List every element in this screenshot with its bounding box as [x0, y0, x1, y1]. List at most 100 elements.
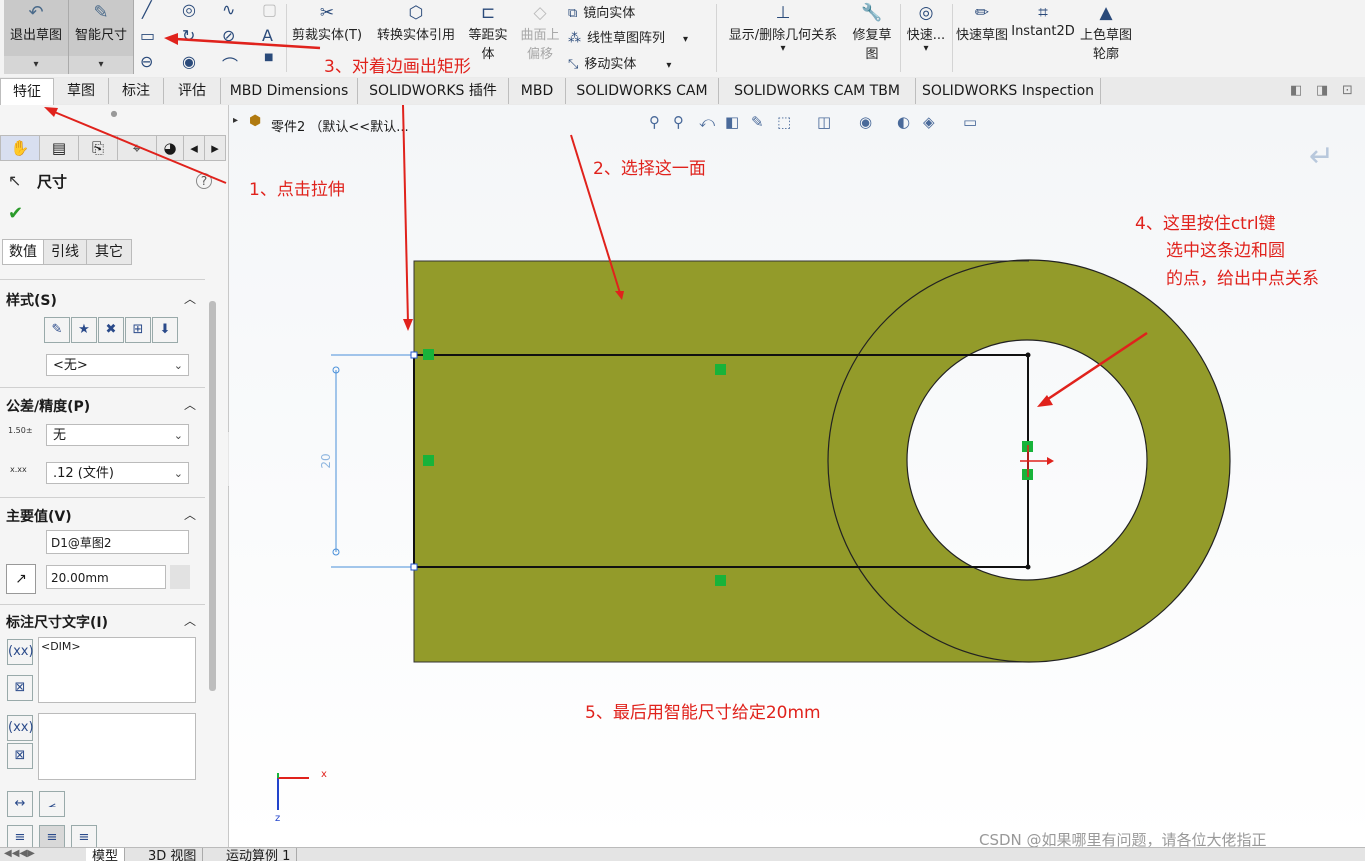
style-select[interactable]: <无> ⌄ [46, 354, 189, 376]
help-icon[interactable]: ? [196, 173, 212, 189]
scroll-right-icon[interactable]: ▸ [204, 135, 226, 161]
offset-on-surface-button[interactable]: ◇ 曲面上偏移 [516, 2, 564, 62]
tab-solidworks-addins[interactable]: SOLIDWORKS 插件 [358, 78, 509, 104]
tab-mbd-dimensions[interactable]: MBD Dimensions [221, 78, 358, 104]
tab-motion-study[interactable]: 运动算例 1 [220, 848, 298, 861]
linear-pattern-dropdown-icon[interactable]: ▾ [683, 34, 688, 45]
dimxpert-tab-icon[interactable]: ⌖ [117, 135, 157, 161]
move-dropdown-icon[interactable]: ▾ [666, 60, 671, 71]
slot-tool-icon[interactable]: ⊖ [140, 52, 153, 71]
mirror-entities-button[interactable]: ⧉ 镜向实体 [568, 2, 635, 21]
collapse-icon[interactable]: ︿ [184, 396, 196, 413]
line-tool-icon[interactable]: ╱ [142, 0, 152, 19]
polygon-tool-icon[interactable]: ⊘ [222, 26, 235, 45]
dimension-value-label[interactable]: 20 [319, 453, 333, 468]
add-parentheses-icon[interactable]: (xx) [7, 639, 34, 665]
dimension-text-lower-area[interactable] [38, 713, 196, 780]
save-style-icon[interactable]: ⊞ [125, 317, 151, 343]
rectangle-corner-point[interactable] [1025, 352, 1031, 358]
coincident-relation-icon[interactable] [423, 349, 434, 360]
horizontal-relation-icon[interactable] [715, 364, 726, 375]
chamfer-tool-icon[interactable]: ⌒ [222, 52, 238, 76]
trim-button[interactable]: ✂ 剪裁实体(T) [288, 2, 366, 43]
quick-snaps-dropdown-icon[interactable]: ▾ [904, 43, 948, 54]
subtab-other[interactable]: 其它 [86, 239, 132, 265]
text-tool-icon[interactable]: A [262, 26, 273, 45]
display-relations-button[interactable]: ⊥ 显示/删除几何关系 ▾ [722, 2, 844, 54]
maximize-window-icon[interactable]: ◨ [1316, 83, 1328, 98]
center-dimension-icon[interactable]: ⊠ [7, 675, 33, 701]
text-position-icon[interactable]: ↔ [7, 791, 33, 817]
sketch-endpoint[interactable] [410, 563, 418, 571]
angled-text-icon[interactable]: ⦟ [39, 791, 65, 817]
relations-dropdown-icon[interactable]: ▾ [722, 43, 844, 54]
offset-entities-button[interactable]: ⊏ 等距实体 [464, 2, 512, 62]
quick-snaps-button[interactable]: ◎ 快速... ▾ [904, 2, 948, 54]
value-spinner[interactable] [170, 565, 190, 589]
sketch-endpoint[interactable] [410, 351, 418, 359]
graphics-area[interactable]: ▸ ⬢ 零件2 （默认<<默认... ⚲ ⚲ ⤺ ◧ ✎ ⬚ ◫ ◉ ◐ ◈ ▭… [229, 105, 1365, 849]
add-style-icon[interactable]: ★ [71, 317, 97, 343]
convert-entities-button[interactable]: ⬡ 转换实体引用 [370, 2, 462, 43]
exit-sketch-button[interactable]: ↶ 退出草图 [4, 0, 69, 56]
rectangle-tool-icon[interactable]: ▭ [140, 26, 155, 45]
part-face[interactable] [414, 260, 1230, 662]
tab-3d-views[interactable]: 3D 视图 [142, 848, 204, 861]
horizontal-relation-icon[interactable] [715, 575, 726, 586]
smart-dimension-button[interactable]: ✎ 智能尺寸 [69, 0, 134, 56]
load-style-icon[interactable]: ⬇ [152, 317, 178, 343]
apply-style-icon[interactable]: ✎ [44, 317, 70, 343]
circle-tool-icon[interactable]: ◎ [182, 0, 196, 19]
collapse-icon[interactable]: ︿ [184, 612, 196, 629]
precision-select[interactable]: .12 (文件) ⌄ [46, 462, 189, 484]
plane-tool-icon[interactable]: ▢ [262, 0, 277, 19]
linear-pattern-button[interactable]: ⁂ 线性草图阵列 ▾ [568, 27, 688, 46]
repair-sketch-button[interactable]: 🔧 修复草图 [848, 2, 896, 62]
exit-sketch-dropdown[interactable]: ▾ [4, 56, 69, 74]
tab-solidworks-inspection[interactable]: SOLIDWORKS Inspection [916, 78, 1101, 104]
vertical-relation-icon[interactable] [423, 455, 434, 466]
restore-window-icon[interactable]: ◧ [1290, 83, 1302, 98]
tab-mbd[interactable]: MBD [509, 78, 566, 104]
panel-grip[interactable]: ● [0, 109, 228, 129]
panel-scrollbar[interactable] [209, 301, 216, 691]
fillet-tool-icon[interactable]: ◉ [182, 52, 196, 71]
dimension-text-upper-area[interactable]: <DIM> [38, 637, 196, 703]
rectangle-corner-point[interactable] [1025, 564, 1031, 570]
close-window-icon[interactable]: ⊡ [1342, 83, 1353, 98]
smart-dimension-dropdown[interactable]: ▾ [69, 56, 134, 74]
dimension-name-field[interactable]: D1@草图2 [46, 530, 189, 554]
smart-dimension-icon: ✎ [93, 2, 109, 23]
tolerance-type-select[interactable]: 无 ⌄ [46, 424, 189, 446]
arc-tool-icon[interactable]: ↻ [182, 26, 195, 45]
collapse-icon[interactable]: ︿ [184, 506, 196, 523]
offset-text-icon[interactable]: ⊠ [7, 743, 33, 769]
tab-solidworks-cam-tbm[interactable]: SOLIDWORKS CAM TBM [719, 78, 916, 104]
scroll-left-icon[interactable]: ◂ [183, 135, 205, 161]
propertymanager-tab-icon[interactable]: ▤ [39, 135, 79, 161]
dimension-value-field[interactable]: 20.00mm [46, 565, 166, 589]
point-tool-icon[interactable]: ■ [264, 52, 273, 63]
subtab-value[interactable]: 数值 [2, 239, 44, 265]
collapse-icon[interactable]: ︿ [184, 290, 196, 307]
tab-markup[interactable]: 标注 [109, 78, 164, 104]
instant2d-button[interactable]: ⌗ Instant2D [1010, 2, 1076, 39]
move-entities-button[interactable]: ⤡ 移动实体 ▾ [568, 53, 671, 72]
spline-tool-icon[interactable]: ∿ [222, 0, 235, 19]
reverse-direction-icon[interactable]: ↗ [6, 564, 36, 594]
tab-solidworks-cam[interactable]: SOLIDWORKS CAM [566, 78, 719, 104]
shaded-sketch-button[interactable]: ▲ 上色草图轮廓 [1080, 2, 1132, 62]
ok-checkmark-icon[interactable]: ✔ [8, 203, 23, 224]
inspection-dimension-icon[interactable]: (xx) [7, 715, 34, 741]
tab-evaluate[interactable]: 评估 [164, 78, 221, 104]
tab-scroll-icon[interactable]: ◀◀◀▶ [4, 848, 35, 859]
delete-style-icon[interactable]: ✖ [98, 317, 124, 343]
display-manager-tab-icon[interactable]: ◕ [156, 135, 184, 161]
tab-model[interactable]: 模型 [86, 848, 126, 861]
subtab-leaders[interactable]: 引线 [43, 239, 87, 265]
tab-sketch[interactable]: 草图 [54, 78, 109, 104]
tab-features[interactable]: 特征 [0, 78, 54, 106]
featuremanager-tab-icon[interactable]: ✋ [0, 135, 40, 161]
rapid-sketch-button[interactable]: ✏ 快速草图 [956, 2, 1008, 43]
configmanager-tab-icon[interactable]: ⎘ [78, 135, 118, 161]
